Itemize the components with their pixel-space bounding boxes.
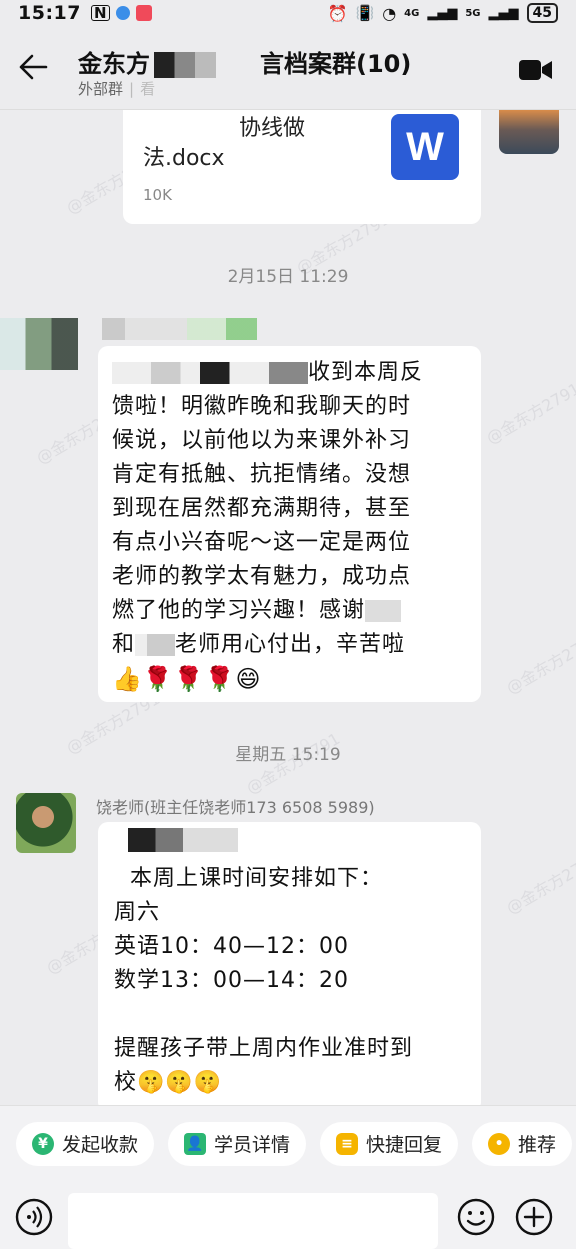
quick-action-collect-payment[interactable]: ¥ 发起收款 — [16, 1121, 155, 1166]
message-input-bar — [0, 1181, 576, 1249]
message-last-prefix: 和 — [112, 632, 136, 657]
message-last-suffix: 老师用心付出，辛苦啦 — [175, 632, 406, 657]
sender-avatar[interactable] — [0, 318, 78, 370]
message-input[interactable] — [68, 1193, 438, 1249]
quick-action-recommend[interactable]: • 推荐 — [472, 1121, 573, 1166]
status-system-icons: ⏰ 📳 ◔ 4G ▂▄▆ 5G ▂▄▆ 45 — [328, 3, 558, 23]
yen-icon: ¥ — [32, 1132, 54, 1155]
quick-action-label: 推荐 — [518, 1134, 557, 1156]
chat-title-part2: 言档案群(10) — [260, 50, 412, 78]
signal-5g-label: 5G — [465, 7, 481, 19]
name-mosaic — [365, 600, 402, 622]
status-bar: 15:17 N ⏰ 📳 ◔ 4G ▂▄▆ 5G ▂▄▆ 45 — [0, 0, 576, 26]
alarm-icon: ⏰ — [327, 3, 348, 23]
watermark: @金东方2791 — [503, 848, 576, 918]
file-message[interactable]: 协线做 法.docx 10K W — [123, 110, 481, 224]
name-mosaic — [135, 634, 176, 656]
video-camera-icon — [519, 60, 552, 80]
video-app-icon — [135, 5, 152, 21]
app-notification-icon — [115, 6, 130, 20]
emoji-button[interactable] — [456, 1197, 496, 1241]
text-message[interactable]: 收到本周反 馈啦！明徽昨晚和我聊天的时 候说，以前他以为来课外补习 肯定有抵触、… — [98, 346, 481, 702]
file-name: 协线做 法.docx — [143, 114, 383, 174]
voice-icon — [15, 1198, 53, 1236]
timestamp: 星期五 15:19 — [235, 745, 341, 765]
file-name-line1: 协线做 — [239, 116, 306, 141]
text-message[interactable]: 本周上课时间安排如下： 周六 英语10：40—12：00 数学13：00—14：… — [98, 822, 481, 1105]
nfc-icon: N — [90, 5, 110, 21]
quick-action-quick-reply[interactable]: ≡ 快捷回复 — [320, 1121, 459, 1166]
quick-action-label: 学员详情 — [214, 1134, 291, 1156]
back-arrow-icon — [19, 54, 48, 80]
status-time: 15:17 — [18, 2, 81, 24]
message-line1: 收到本周反 — [308, 360, 424, 385]
signal-icon: ▂▄▆ — [427, 5, 458, 21]
quick-action-bar: ¥ 发起收款 👤 学员详情 ≡ 快捷回复 • 推荐 — [0, 1105, 576, 1181]
my-avatar[interactable] — [499, 110, 559, 154]
file-size: 10K — [143, 186, 172, 204]
sender-name: 饶老师(班主任饶老师173 6508 5989) — [96, 798, 375, 817]
teacher-avatar[interactable] — [16, 793, 76, 853]
subtitle-extra: 看 — [140, 80, 156, 98]
chat-title: 金东方 言档案群(10) — [78, 44, 411, 79]
word-document-icon: W — [391, 114, 459, 180]
student-icon: 👤 — [184, 1132, 207, 1155]
message-text: 本周上课时间安排如下： 周六 英语10：40—12：00 数学13：00—14：… — [114, 866, 414, 1095]
message-text: 收到本周反 馈啦！明徽昨晚和我聊天的时 候说，以前他以为来课外补习 肯定有抵触、… — [112, 356, 467, 698]
video-call-button[interactable] — [518, 58, 554, 86]
title-mosaic — [154, 52, 216, 78]
smiley-icon — [457, 1198, 495, 1236]
mention-mosaic — [112, 362, 308, 384]
watermark: @金东方2791 — [483, 378, 576, 448]
sender-name — [102, 318, 257, 340]
battery-indicator: 45 — [526, 3, 558, 23]
wifi-icon: ◔ — [382, 3, 397, 23]
voice-input-button[interactable] — [14, 1197, 54, 1241]
signal-4g-label: 4G — [404, 7, 420, 19]
quick-action-label: 快捷回复 — [366, 1134, 443, 1156]
mention-mosaic — [128, 828, 238, 852]
quick-action-label: 发起收款 — [62, 1134, 139, 1156]
signal-icon-2: ▂▄▆ — [488, 5, 519, 21]
chat-message-list[interactable]: @金东方2791 @金东方2791 @金东方2791 @金东方2791 @金东方… — [0, 110, 576, 1105]
back-button[interactable] — [18, 54, 48, 84]
recommend-icon: • — [488, 1132, 511, 1155]
subtitle-divider: | — [129, 80, 135, 98]
status-notification-icons: N — [90, 5, 152, 21]
message-body: 馈啦！明徽昨晚和我聊天的时 候说，以前他以为来课外补习 肯定有抵触、抗拒情绪。没… — [112, 394, 412, 623]
message-emojis: 👍🌹🌹🌹😄 — [112, 665, 262, 693]
quick-action-student-details[interactable]: 👤 学员详情 — [168, 1121, 307, 1166]
chat-subtitle: 外部群 | 看 — [78, 78, 155, 99]
timestamp: 2月15日 11:29 — [227, 267, 349, 287]
reply-icon: ≡ — [336, 1132, 359, 1155]
plus-icon — [515, 1198, 553, 1236]
chat-title-part1: 金东方 — [78, 50, 150, 78]
more-actions-button[interactable] — [514, 1197, 554, 1241]
external-group-label: 外部群 — [78, 80, 124, 98]
file-name-line2: 法.docx — [143, 146, 225, 171]
watermark: @金东方2791 — [503, 628, 576, 698]
chat-header: 金东方 言档案群(10) 外部群 | 看 — [0, 26, 576, 110]
vibrate-icon: 📳 — [355, 4, 375, 22]
